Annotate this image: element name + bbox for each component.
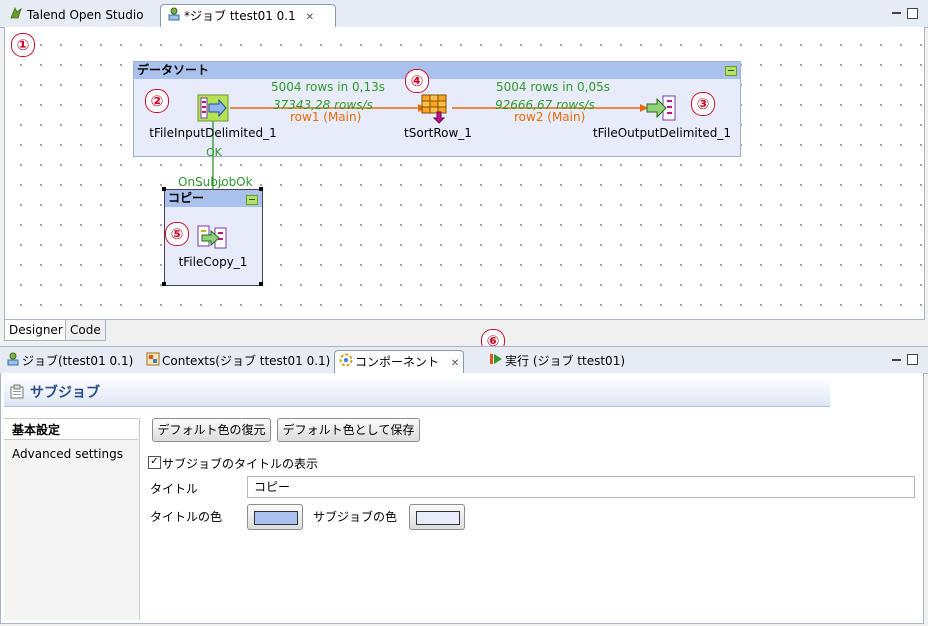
component-label-input[interactable]: tFileInputDelimited_1 <box>140 126 286 140</box>
title-input[interactable]: コピー <box>247 476 915 498</box>
tab-label: コンポーネント <box>355 355 440 369</box>
marker-3: ③ <box>691 92 715 116</box>
properties-title: サブジョブ <box>30 385 100 401</box>
sidebar-item-basic-settings[interactable]: 基本設定 <box>4 418 138 440</box>
tab-job-view[interactable]: ジョブ(ttest01 0.1) <box>2 350 137 372</box>
job-icon <box>6 351 20 373</box>
save-default-color-button[interactable]: デフォルト色として保存 <box>277 418 420 442</box>
component-label-sort[interactable]: tSortRow_1 <box>390 126 486 140</box>
tab-run-view[interactable]: 実行 (ジョブ ttest01) <box>485 350 629 372</box>
tab-label: 実行 (ジョブ ttest01) <box>505 354 626 368</box>
tab-label: ジョブ(ttest01 0.1) <box>22 354 134 368</box>
subjob-icon <box>10 384 24 402</box>
marker-4: ④ <box>405 69 429 93</box>
file-output-icon <box>646 95 676 121</box>
row1-label[interactable]: row1 (Main) <box>290 110 361 124</box>
marker-5: ⑤ <box>165 222 189 246</box>
sidebar-item-advanced-settings[interactable]: Advanced settings <box>4 443 138 465</box>
show-title-checkbox[interactable]: ✓ <box>148 456 161 469</box>
connections-layer <box>209 104 648 222</box>
title-color-button[interactable] <box>247 504 303 530</box>
file-input-icon <box>197 94 229 122</box>
collapse-button[interactable] <box>246 195 258 205</box>
designer-code-tabs: Designer Code <box>4 319 923 342</box>
tab-label: Contexts(ジョブ ttest01 0.1) <box>162 354 331 368</box>
selection-handle[interactable] <box>162 187 166 191</box>
title-color-swatch <box>254 511 298 525</box>
tab-contexts-view[interactable]: Contexts(ジョブ ttest01 0.1) <box>142 350 334 372</box>
row2-label[interactable]: row2 (Main) <box>514 110 585 124</box>
show-title-label[interactable]: サブジョブのタイトルの表示 <box>162 455 318 472</box>
subjob-color-swatch <box>416 511 460 525</box>
file-copy-component[interactable] <box>196 222 228 252</box>
file-input-delimited-component[interactable] <box>197 94 229 122</box>
views-tab-bar: ジョブ(ttest01 0.1) Contexts(ジョブ ttest01 0.… <box>0 346 928 374</box>
maximize-icon[interactable] <box>907 354 918 365</box>
selection-handle[interactable] <box>259 282 263 286</box>
component-icon <box>339 352 353 374</box>
file-copy-icon <box>197 225 227 249</box>
selection-handle[interactable] <box>259 187 263 191</box>
restore-default-color-button[interactable]: デフォルト色の復元 <box>152 418 271 442</box>
tab-code[interactable]: Code <box>65 320 106 341</box>
sort-row-icon <box>421 94 447 124</box>
run-icon <box>489 351 503 373</box>
selection-handle[interactable] <box>162 282 166 286</box>
marker-2: ② <box>145 89 169 113</box>
component-label-copy[interactable]: tFileCopy_1 <box>168 255 258 269</box>
close-icon[interactable]: ✕ <box>451 358 459 369</box>
subjob-color-button[interactable] <box>409 504 465 530</box>
component-label-output[interactable]: tFileOutputDelimited_1 <box>590 126 734 140</box>
sort-row-component[interactable] <box>421 94 453 124</box>
minimize-icon[interactable] <box>892 359 901 361</box>
properties-header: サブジョブ <box>4 377 830 407</box>
row2-stats: 5004 rows in 0,05s <box>496 80 610 94</box>
title-label: タイトル <box>150 482 199 496</box>
contexts-icon <box>146 351 160 373</box>
ok-trigger-label: OK <box>206 146 222 159</box>
subjob-color-label: サブジョブの色 <box>313 510 398 524</box>
row1-stats: 5004 rows in 0,13s <box>271 80 385 94</box>
title-color-label: タイトルの色 <box>150 510 223 524</box>
tab-designer[interactable]: Designer <box>4 320 68 341</box>
onsubjobok-trigger-label[interactable]: OnSubjobOk <box>178 175 253 189</box>
tab-component-view[interactable]: コンポーネント ✕ <box>334 350 465 374</box>
file-output-delimited-component[interactable] <box>645 94 677 122</box>
